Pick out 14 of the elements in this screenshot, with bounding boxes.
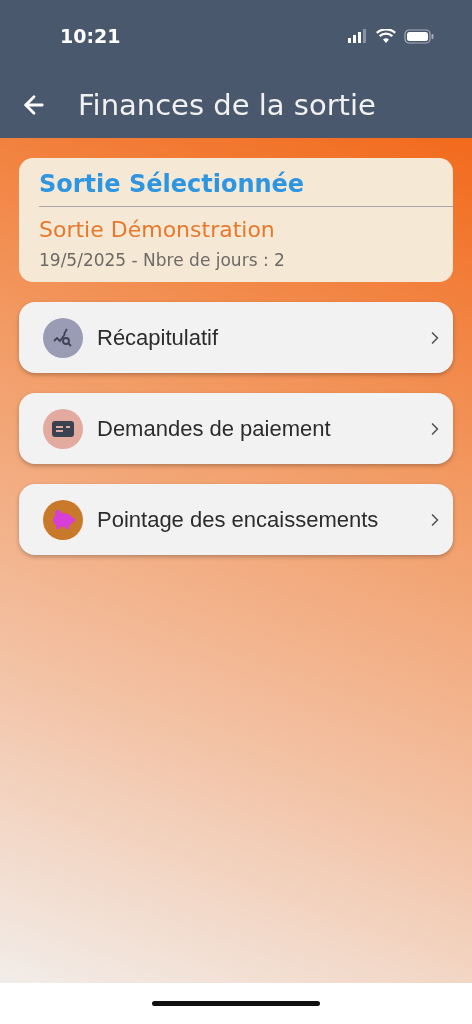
status-time: 10:21: [60, 25, 121, 47]
piggy-bank-icon: [43, 499, 83, 540]
menu-item[interactable]: Demandes de paiement: [19, 393, 453, 464]
outing-name: Sortie Démonstration: [38, 216, 276, 244]
battery-icon: [404, 28, 434, 44]
card-heading: Sortie Sélectionnée: [38, 170, 306, 200]
outing-details: 19/5/2025 - Nbre de jours : 2: [38, 249, 286, 270]
menu-item[interactable]: Pointage des encaissements: [19, 484, 453, 555]
chart-search-icon: [43, 317, 83, 358]
wifi-icon: [376, 28, 396, 44]
menu-item[interactable]: Récapitulatif: [19, 302, 453, 373]
signal-icon: [348, 29, 368, 43]
page-title: Finances de la sortie: [78, 88, 376, 122]
card-icon: [43, 408, 83, 449]
